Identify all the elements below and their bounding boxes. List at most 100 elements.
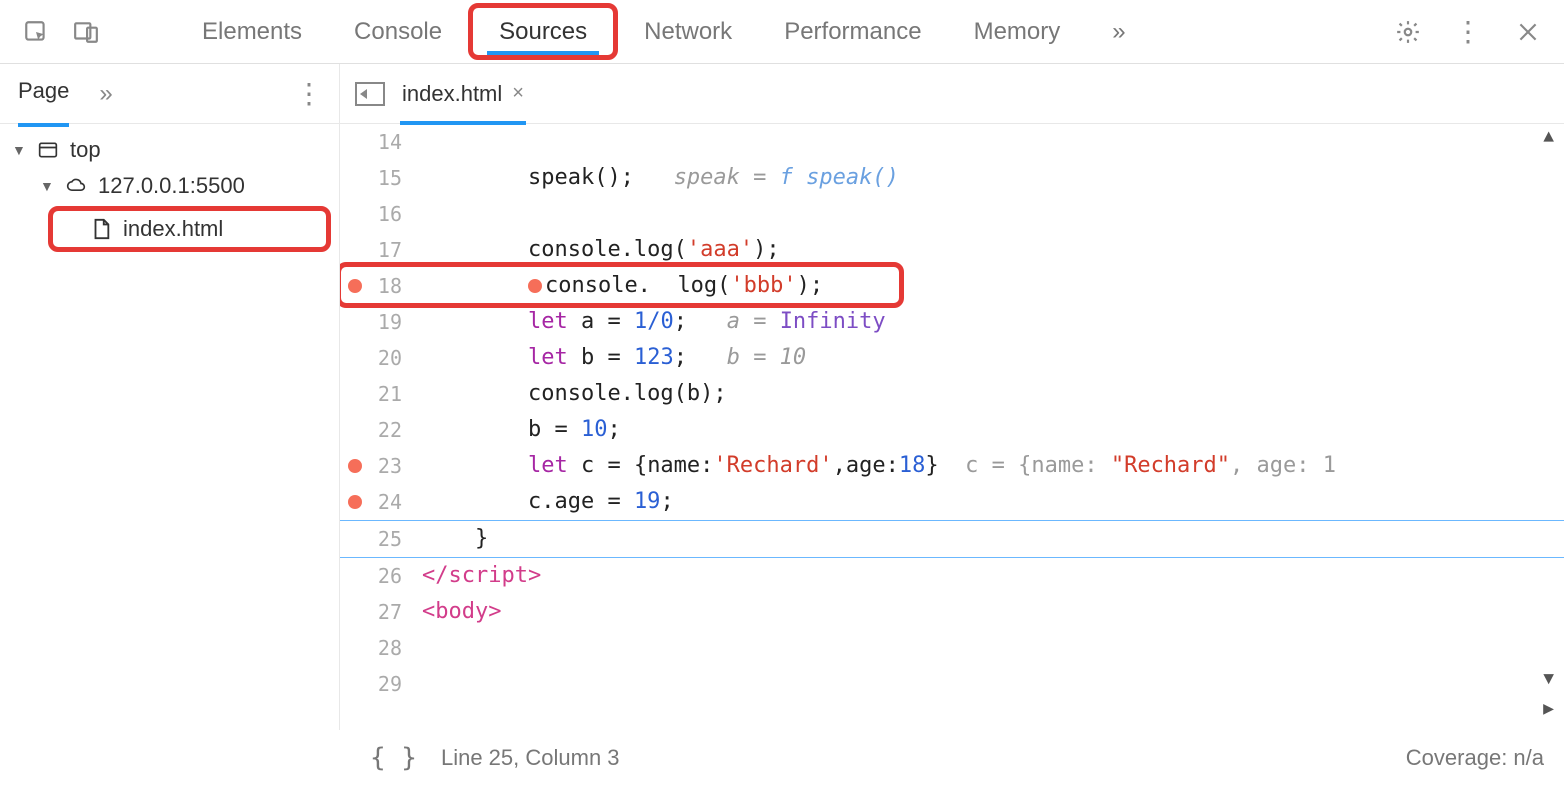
lineno: 16 bbox=[378, 196, 402, 232]
frame-icon bbox=[34, 138, 62, 162]
gear-icon[interactable] bbox=[1392, 16, 1424, 48]
code-line-22[interactable]: 22 b = 10; bbox=[340, 412, 1564, 448]
lineno: 20 bbox=[378, 340, 402, 376]
tree-host-label: 127.0.0.1:5500 bbox=[98, 173, 245, 199]
nav-tab-page[interactable]: Page bbox=[18, 78, 69, 110]
t: console.log(b); bbox=[528, 381, 727, 406]
main-area: ▼ top ▼ 127.0.0.1:5500 index.html ▲ 14 bbox=[0, 124, 1564, 730]
t: Infinity bbox=[780, 309, 886, 334]
navigator-tree: ▼ top ▼ 127.0.0.1:5500 index.html bbox=[0, 124, 340, 730]
scroll-up-icon[interactable]: ▲ bbox=[1543, 128, 1554, 148]
lineno: 25 bbox=[378, 521, 402, 557]
caret-icon: ▼ bbox=[12, 142, 26, 158]
cursor-position: Line 25, Column 3 bbox=[441, 745, 620, 771]
tab-performance[interactable]: Performance bbox=[758, 0, 947, 63]
code-line-15[interactable]: 15 speak(); speak = f speak() bbox=[340, 160, 1564, 196]
lineno: 21 bbox=[378, 376, 402, 412]
code-line-28[interactable]: 28 bbox=[340, 630, 1564, 666]
t: ,age: bbox=[833, 453, 899, 478]
tree-host[interactable]: ▼ 127.0.0.1:5500 bbox=[0, 168, 339, 204]
breakpoint-icon[interactable] bbox=[348, 495, 362, 509]
t: 19 bbox=[634, 489, 661, 514]
editor-tab-close-icon[interactable]: × bbox=[512, 82, 524, 105]
tab-elements[interactable]: Elements bbox=[176, 0, 328, 63]
lineno: 26 bbox=[378, 558, 402, 594]
device-toggle-icon[interactable] bbox=[70, 16, 102, 48]
code-token: speak(); bbox=[528, 165, 634, 190]
t: 'aaa' bbox=[687, 237, 753, 262]
lineno: 29 bbox=[378, 666, 402, 702]
t: let bbox=[528, 453, 568, 478]
tree-top[interactable]: ▼ top bbox=[0, 132, 339, 168]
kebab-menu-icon[interactable]: ⋮ bbox=[1452, 16, 1484, 48]
t: c = {name: bbox=[965, 453, 1111, 478]
toolbar-right: ⋮ bbox=[1392, 16, 1544, 48]
inline-breakpoint-icon[interactable] bbox=[528, 279, 542, 293]
lineno: 15 bbox=[378, 160, 402, 196]
tab-more[interactable]: » bbox=[1086, 0, 1151, 63]
lineno: 28 bbox=[378, 630, 402, 666]
code-line-14[interactable]: 14 bbox=[340, 124, 1564, 160]
t: 18 bbox=[899, 453, 926, 478]
code-line-17[interactable]: 17 console.log('aaa'); bbox=[340, 232, 1564, 268]
tab-console[interactable]: Console bbox=[328, 0, 468, 63]
lineno: 19 bbox=[378, 304, 402, 340]
t: log( bbox=[677, 273, 730, 298]
code-line-26[interactable]: 26 </script​> bbox=[340, 558, 1564, 594]
top-tabs: Elements Console Sources Network Perform… bbox=[176, 0, 1152, 63]
t: } bbox=[475, 526, 488, 551]
code-line-23[interactable]: 23 let c = {name:'Rechard',age:18} c = {… bbox=[340, 448, 1564, 484]
nav-kebab-icon[interactable]: ⋮ bbox=[295, 77, 321, 110]
t: a = bbox=[568, 309, 634, 334]
lineno: 22 bbox=[378, 412, 402, 448]
t: </script​> bbox=[422, 563, 541, 588]
t: } bbox=[925, 453, 938, 478]
t: 123 bbox=[634, 345, 674, 370]
coverage-status: Coverage: n/a bbox=[1406, 745, 1544, 771]
lineno: 14 bbox=[378, 124, 402, 160]
t: ; bbox=[674, 345, 687, 370]
cloud-icon bbox=[62, 174, 90, 198]
toolbar-left-icons bbox=[20, 16, 102, 48]
code-line-20[interactable]: 20 let b = 123; b = 10 bbox=[340, 340, 1564, 376]
code-line-25[interactable]: 25 } bbox=[340, 521, 1564, 558]
nav-more-icon[interactable]: » bbox=[99, 80, 112, 108]
t: 'bbb' bbox=[730, 273, 796, 298]
hint: speak = bbox=[674, 165, 780, 190]
t: ; bbox=[607, 417, 620, 442]
t: ; bbox=[660, 489, 673, 514]
t: 1/0 bbox=[634, 309, 674, 334]
breakpoint-icon[interactable] bbox=[348, 459, 362, 473]
code-line-19[interactable]: 19 let a = 1/0; a = Infinity bbox=[340, 304, 1564, 340]
inspect-element-icon[interactable] bbox=[20, 16, 52, 48]
tab-network[interactable]: Network bbox=[618, 0, 758, 63]
tab-sources[interactable]: Sources bbox=[468, 3, 618, 60]
scroll-right-icon[interactable]: ▶ bbox=[1543, 698, 1554, 720]
scroll-down-icon[interactable]: ▼ bbox=[1543, 670, 1554, 690]
t: console.log( bbox=[528, 237, 687, 262]
code-line-24[interactable]: 24 c.age = 19; bbox=[340, 484, 1564, 521]
tab-memory[interactable]: Memory bbox=[948, 0, 1087, 63]
t: 'Rechard' bbox=[713, 453, 832, 478]
code-editor[interactable]: ▲ 14 15 speak(); speak = f speak() 16 17… bbox=[340, 124, 1564, 730]
lineno: 18 bbox=[378, 268, 402, 304]
show-navigator-icon[interactable] bbox=[354, 78, 386, 110]
code-line-21[interactable]: 21 console.log(b); bbox=[340, 376, 1564, 412]
tree-top-label: top bbox=[70, 137, 101, 163]
tree-file-index[interactable]: index.html bbox=[48, 206, 331, 252]
close-icon[interactable] bbox=[1512, 16, 1544, 48]
editor-tab-index[interactable]: index.html × bbox=[400, 77, 526, 111]
pretty-print-icon[interactable]: { } bbox=[370, 743, 417, 773]
breakpoint-icon[interactable] bbox=[348, 279, 362, 293]
code-line-29[interactable]: 29 bbox=[340, 666, 1564, 702]
code-line-18[interactable]: 18 console. log('bbb'); bbox=[340, 268, 1564, 304]
code-line-27[interactable]: 27 <body> bbox=[340, 594, 1564, 630]
code-line-16[interactable]: 16 bbox=[340, 196, 1564, 232]
t: c.age = bbox=[528, 489, 634, 514]
t: c = {name: bbox=[568, 453, 714, 478]
editor-tabs: index.html × bbox=[340, 64, 540, 123]
t: let bbox=[528, 309, 568, 334]
t: console. bbox=[545, 273, 651, 298]
t: ; bbox=[674, 309, 687, 334]
caret-icon: ▼ bbox=[40, 178, 54, 194]
